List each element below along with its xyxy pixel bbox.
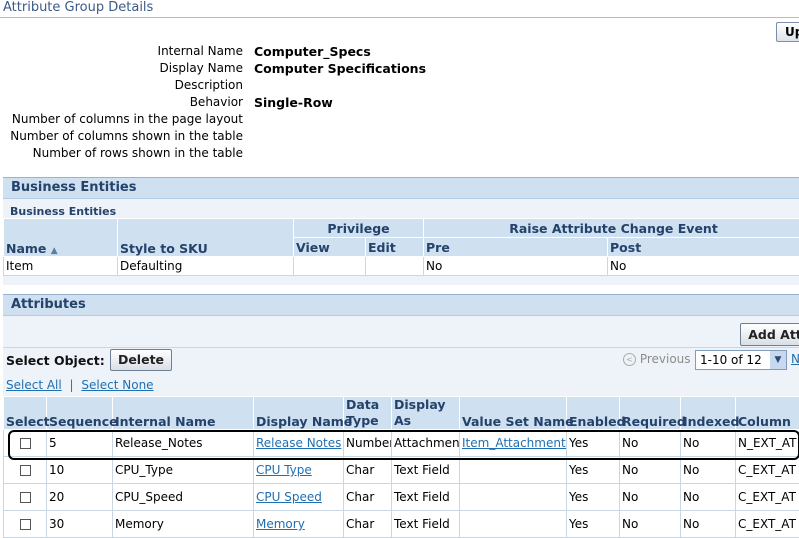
sequence-column-header: Sequence (47, 397, 113, 430)
link-separator: | (66, 378, 78, 392)
columns-page-layout-label: Number of columns in the page layout (12, 112, 243, 126)
row-select-checkbox[interactable] (20, 465, 31, 476)
value-set-name-column-header: Value Set Name (460, 397, 567, 430)
post-cell: No (608, 257, 799, 276)
attributes-table: Select Sequence Internal Name Display Na… (3, 396, 799, 538)
name-column-header[interactable]: Name ▲ (4, 219, 118, 257)
select-object-label: Select Object: (6, 353, 105, 368)
display-name-link[interactable]: CPU Type (256, 463, 312, 477)
privilege-group-header: Privilege (294, 219, 424, 238)
post-column-header: Post (608, 238, 799, 257)
display-as-cell: Text Field (392, 511, 460, 538)
row-select-checkbox[interactable] (20, 492, 31, 503)
title-divider (0, 17, 799, 18)
add-attribute-button[interactable]: Add Att (740, 323, 799, 346)
highlight-outline (8, 430, 799, 460)
required-cell: No (620, 457, 681, 484)
table-row: 20 CPU_Speed CPU Speed Char Text Field Y… (4, 484, 799, 511)
sequence-cell: 30 (47, 511, 113, 538)
entity-name-cell: Item (4, 257, 118, 276)
attributes-section-header: Attributes (3, 294, 799, 316)
behavior-label: Behavior (190, 95, 243, 109)
display-as-cell: Text Field (392, 457, 460, 484)
raise-event-group-header: Raise Attribute Change Event (424, 219, 799, 238)
style-to-sku-cell: Defaulting (118, 257, 294, 276)
required-column-header: Required (620, 397, 681, 430)
style-to-sku-column-header: Style to SKU (118, 219, 294, 257)
toolbar-divider (3, 347, 799, 348)
enabled-cell: Yes (567, 457, 620, 484)
display-name-value: Computer Specifications (254, 61, 426, 76)
indexed-cell: No (681, 484, 736, 511)
delete-button[interactable]: Delete (110, 349, 172, 371)
column-cell: C_EXT_AT (736, 457, 799, 484)
indexed-column-header: Indexed (681, 397, 736, 430)
column-column-header: Column (736, 397, 799, 430)
display-name-link[interactable]: Memory (256, 517, 305, 531)
enabled-cell: Yes (567, 484, 620, 511)
previous-arrow-icon: < (623, 353, 636, 366)
pre-column-header: Pre (424, 238, 608, 257)
internal-name-cell: CPU_Type (113, 457, 254, 484)
internal-name-value: Computer_Specs (254, 44, 371, 59)
data-type-column-header: DataType (344, 397, 392, 430)
view-column-header: View (294, 238, 366, 257)
next-link[interactable]: N (791, 352, 799, 366)
table-row: 10 CPU_Type CPU Type Char Text Field Yes… (4, 457, 799, 484)
display-name-column-header: Display Name (254, 397, 344, 430)
business-entities-section-title: Business Entities (11, 180, 136, 195)
enabled-column-header: Enabled (567, 397, 620, 430)
edit-cell (366, 257, 424, 276)
update-button[interactable]: Up (776, 22, 799, 42)
sort-ascending-icon[interactable]: ▲ (51, 246, 58, 256)
pager-select[interactable]: 1-10 of 12 ▼ (695, 350, 787, 370)
description-label: Description (175, 78, 243, 92)
display-as-cell: Text Field (392, 484, 460, 511)
data-type-cell: Char (344, 457, 392, 484)
column-cell: C_EXT_AT (736, 484, 799, 511)
indexed-cell: No (681, 511, 736, 538)
columns-shown-label: Number of columns shown in the table (10, 129, 243, 143)
sequence-cell: 20 (47, 484, 113, 511)
business-entities-table: Name ▲ Style to SKU Privilege Raise Attr… (3, 218, 799, 276)
internal-name-cell: CPU_Speed (113, 484, 254, 511)
pager-select-value: 1-10 of 12 (700, 353, 762, 367)
attributes-section-title: Attributes (11, 297, 86, 312)
display-name-link[interactable]: CPU Speed (256, 490, 322, 504)
select-none-link[interactable]: Select None (81, 378, 153, 392)
required-cell: No (620, 484, 681, 511)
previous-link[interactable]: < Previous (623, 352, 691, 366)
row-select-checkbox[interactable] (20, 519, 31, 530)
internal-name-column-header: Internal Name (113, 397, 254, 430)
data-type-cell: Char (344, 511, 392, 538)
behavior-value: Single-Row (254, 95, 333, 110)
display-as-column-header: DisplayAs (392, 397, 460, 430)
select-all-link[interactable]: Select All (6, 378, 62, 392)
edit-column-header: Edit (366, 238, 424, 257)
business-entities-table-title: Business Entities (10, 205, 116, 218)
enabled-cell: Yes (567, 511, 620, 538)
chevron-down-icon[interactable]: ▼ (770, 351, 786, 369)
table-row: 30 Memory Memory Char Text Field Yes No … (4, 511, 799, 538)
view-cell (294, 257, 366, 276)
internal-name-label: Internal Name (158, 44, 243, 58)
page-title: Attribute Group Details (3, 0, 153, 15)
rows-shown-label: Number of rows shown in the table (33, 146, 243, 160)
table-row: Item Defaulting No No (4, 257, 799, 276)
display-name-label: Display Name (160, 61, 243, 75)
sequence-cell: 10 (47, 457, 113, 484)
internal-name-cell: Memory (113, 511, 254, 538)
column-cell: C_EXT_AT (736, 511, 799, 538)
data-type-cell: Char (344, 484, 392, 511)
required-cell: No (620, 511, 681, 538)
select-links: Select All | Select None (6, 378, 154, 392)
indexed-cell: No (681, 457, 736, 484)
select-column-header: Select (4, 397, 47, 430)
business-entities-section-header: Business Entities (3, 177, 799, 199)
pre-cell: No (424, 257, 608, 276)
